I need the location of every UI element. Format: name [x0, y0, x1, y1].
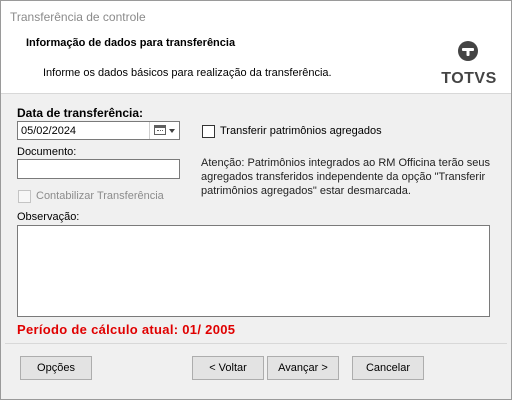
- calendar-dropdown-button[interactable]: [149, 122, 179, 139]
- document-input[interactable]: [17, 159, 180, 179]
- header-subtitle: Informe os dados básicos para realização…: [43, 67, 332, 79]
- observation-label: Observação:: [17, 211, 80, 223]
- date-label: Data de transferência:: [17, 106, 144, 120]
- transfer-aggregates-checkbox[interactable]: [202, 125, 215, 138]
- title-bar: Transferência de controle: [1, 1, 511, 32]
- back-button[interactable]: < Voltar: [192, 356, 264, 380]
- aggregates-notice: Atenção: Patrimônios integrados ao RM Of…: [201, 157, 491, 197]
- logo-wordmark: TOTVS: [441, 70, 497, 87]
- window-title: Transferência de controle: [10, 10, 146, 24]
- accounting-checkbox[interactable]: [18, 190, 31, 203]
- calendar-icon: [154, 125, 166, 135]
- accounting-label: Contabilizar Transferência: [36, 190, 164, 202]
- transfer-dialog: Transferência de controle Informação de …: [0, 0, 512, 400]
- current-period-status: Período de cálculo atual: 01/ 2005: [17, 322, 236, 337]
- next-button[interactable]: Avançar >: [267, 356, 339, 380]
- wizard-header: Informação de dados para transferência I…: [1, 32, 511, 94]
- transfer-date-value[interactable]: 05/02/2024: [21, 125, 76, 137]
- document-label: Documento:: [17, 146, 77, 158]
- cancel-button[interactable]: Cancelar: [352, 356, 424, 380]
- observation-textarea[interactable]: [17, 225, 490, 317]
- options-button[interactable]: Opções: [20, 356, 92, 380]
- totvs-logo: TOTVS: [441, 38, 497, 90]
- transfer-aggregates-label[interactable]: Transferir patrimônios agregados: [220, 125, 382, 137]
- transfer-date-picker[interactable]: 05/02/2024: [17, 121, 180, 140]
- totvs-logo-icon: [458, 41, 478, 61]
- chevron-down-icon: [169, 129, 175, 133]
- header-title: Informação de dados para transferência: [26, 37, 236, 49]
- footer-divider: [5, 343, 507, 344]
